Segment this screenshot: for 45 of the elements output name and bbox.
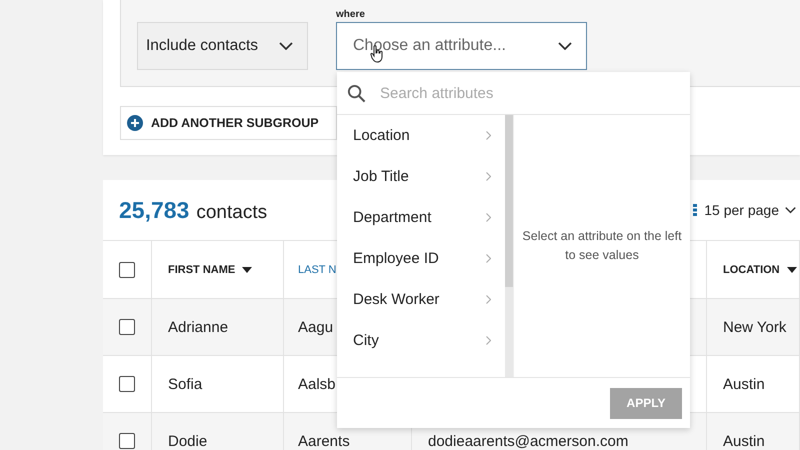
checkbox[interactable] — [119, 433, 135, 449]
search-field[interactable]: Search attributes — [378, 84, 662, 102]
count-label: contacts — [196, 202, 268, 224]
table-cell: New York — [723, 320, 786, 334]
chevron-right-icon — [486, 295, 491, 304]
plus-circle-icon — [127, 115, 143, 131]
chevron-down-icon — [785, 206, 796, 214]
chevron-right-icon — [486, 131, 491, 140]
table-cell: Aarents — [298, 434, 350, 448]
table-cell: Aalsb — [298, 376, 336, 392]
hint-text: Select an attribute on the left to see values — [522, 228, 682, 264]
chevron-right-icon — [486, 336, 491, 345]
chevron-right-icon — [486, 254, 491, 263]
table-cell: Adrianne — [168, 320, 228, 334]
chevron-down-icon — [558, 42, 572, 50]
column-header[interactable]: LOCATION — [723, 264, 780, 276]
table-cell: Sofia — [168, 376, 202, 392]
chevron-right-icon — [486, 172, 491, 181]
attribute-item[interactable]: Employee ID — [337, 238, 505, 279]
checkbox[interactable] — [119, 319, 135, 335]
checkbox[interactable] — [119, 262, 135, 278]
attribute-item[interactable]: Department — [337, 197, 505, 238]
column-header[interactable]: LAST N — [298, 264, 336, 276]
chevron-right-icon — [486, 213, 491, 222]
checkbox[interactable] — [119, 376, 135, 392]
scrollbar[interactable] — [505, 115, 513, 377]
table-cell: Austin — [723, 434, 765, 448]
column-header[interactable]: FIRST NAME — [168, 264, 236, 276]
table-cell: Dodie — [168, 434, 208, 448]
attribute-item[interactable]: Location — [337, 115, 505, 156]
add-subgroup-button[interactable]: ADD ANOTHER SUBGROUP — [120, 106, 337, 140]
table-cell: Austin — [723, 376, 765, 392]
per-page-select[interactable]: 15 per page — [693, 202, 796, 218]
chevron-down-icon — [279, 42, 293, 50]
attribute-item[interactable]: Desk Worker — [337, 279, 505, 320]
table-cell: dodieaarents@acmerson.com — [428, 434, 628, 448]
attribute-item[interactable]: City — [337, 320, 505, 361]
attribute-item[interactable]: Job Title — [337, 156, 505, 197]
table-cell: Aagu — [298, 320, 334, 334]
search-icon — [347, 84, 366, 102]
where-label: where — [336, 9, 366, 20]
attribute-select[interactable]: Choose an attribute... — [336, 22, 587, 70]
include-select[interactable]: Include contacts — [137, 22, 308, 70]
list-icon — [693, 204, 698, 216]
contact-count: 25,783 — [119, 196, 190, 224]
